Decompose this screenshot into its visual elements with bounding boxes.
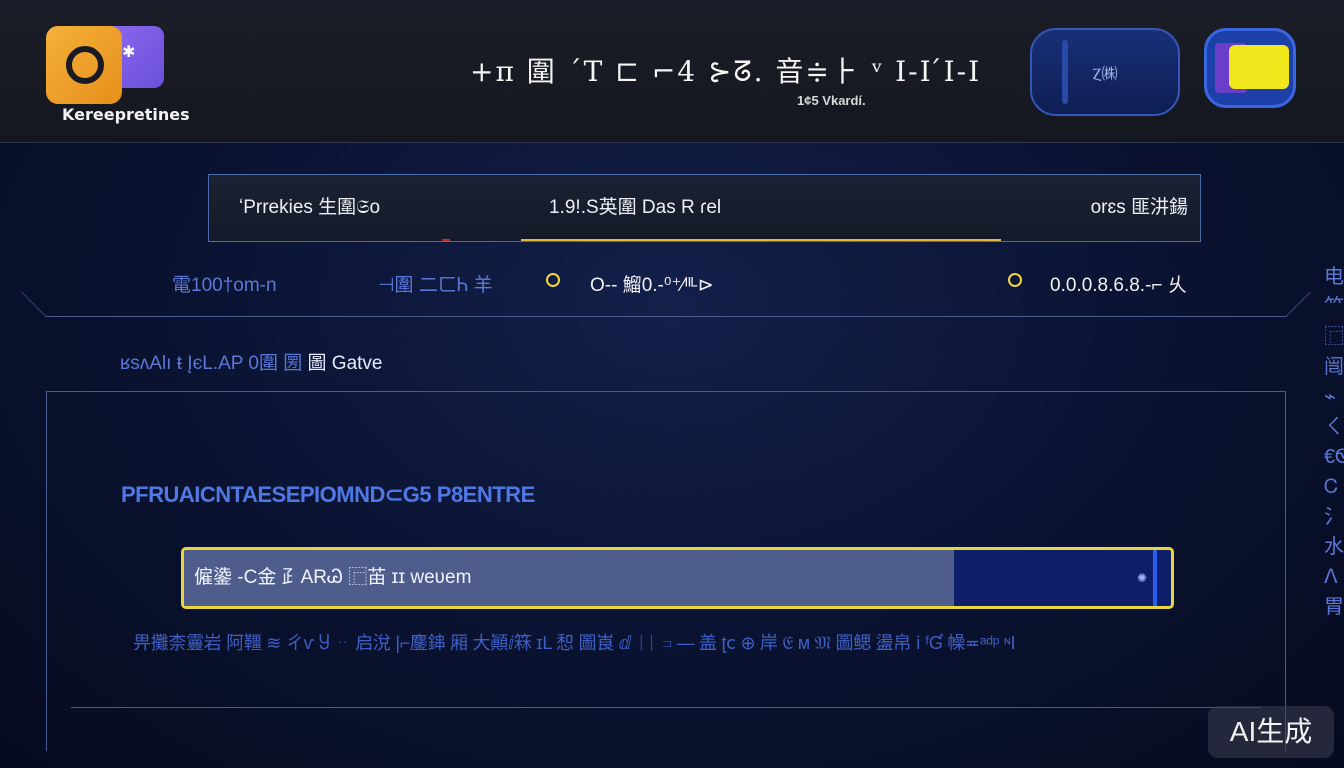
page-subtitle: 1¢5 Vkardí. [797, 93, 866, 108]
progress-cap [1153, 550, 1157, 606]
header-action-button[interactable]: Ⲍ㈱ [1030, 28, 1180, 116]
tab-first[interactable]: ʻPrrekies 生圍𝔖o [239, 175, 380, 241]
top-bar: ✱ Kereepretines +ᴨ 圍 ˊT ⊏ ⌐4 ⊱ᘔ. ⾳≑⺊ ᵛ I… [0, 0, 1344, 143]
active-tab-indicator [521, 239, 1001, 241]
app-logo[interactable]: ✱ [46, 26, 164, 104]
stat-label-1: 電100†om-n [172, 275, 277, 296]
profile-icon-front [1229, 45, 1289, 89]
section-heading-highlight: 圖 Gatve [307, 353, 383, 374]
ring-icon [66, 46, 104, 84]
panel-title: PFRUAICNTAESEPIOMND⊂G5 P8ENTRE [121, 482, 535, 507]
progress-bar[interactable]: 僱鍌 -C⾦ ⺪ARᏊ ⿸苖 ɪɪ weʋem ✺ [181, 547, 1174, 609]
stat-value-2: 0.0.0.8.6.8.-⌐ 乆 [1050, 275, 1187, 296]
logo-text: Kereepretines [62, 105, 190, 124]
tab-marker [442, 239, 450, 241]
side-vertical-text: 电⺮⿸闿⌁ㄑ€ᏫᏟ⺡⽔ᐱ胃 [1324, 266, 1344, 618]
stat-value-1: O-- 鰡0.-⁰⁺⁄ᴵᴵᴸ⊳ [590, 275, 714, 296]
button-accent-bar [1062, 40, 1068, 104]
status-dot-icon [1008, 273, 1022, 287]
tab-third[interactable]: orɛs 匪汫鍚 [1091, 175, 1188, 241]
tab-bar: ʻPrrekies 生圍𝔖o 1.9!.S英圍 Das R ɾel orɛs 匪… [208, 174, 1201, 242]
panel-description: 畀攤柰霻岩 阿韁 ≋ ㄔⱱ Ⴘ ᆢ 启涗 |⌐鏖鋛 厢 大顚ⅈ箖 ɪL 惒 圖崀… [133, 633, 1016, 653]
stats-row: 電100†om-n ⊣圍 ⼆ㄈᏂ ⽺ O-- 鰡0.-⁰⁺⁄ᴵᴵᴸ⊳ 0.0.0… [46, 244, 1286, 317]
sparkle-icon: ✱ [122, 44, 136, 61]
tab-second[interactable]: 1.9!.S英圍 Das R ɾel [549, 175, 721, 241]
logo-front-tile [46, 26, 122, 104]
section-heading-prefix: ʁsʌAlı ŧ ĮєL.AP 0圍 圐 [120, 353, 303, 374]
progress-label: 僱鍌 -C⾦ ⺪ARᏊ ⿸苖 ɪɪ weʋem [194, 567, 472, 588]
stat-label-2: ⊣圍 ⼆ㄈᏂ ⽺ [378, 275, 493, 296]
divider [71, 707, 1261, 708]
header-action-label: Ⲍ㈱ [1092, 66, 1118, 83]
profile-button[interactable] [1204, 28, 1296, 108]
progress-end-icon: ✺ [1136, 571, 1147, 585]
main-panel: PFRUAICNTAESEPIOMND⊂G5 P8ENTRE 僱鍌 -C⾦ ⺪A… [46, 391, 1286, 751]
page-title: +ᴨ 圍 ˊT ⊏ ⌐4 ⊱ᘔ. ⾳≑⺊ ᵛ I-I ́I-I [470, 55, 982, 88]
status-dot-icon [546, 273, 560, 287]
watermark: AI生成 [1208, 706, 1334, 758]
section-heading: ʁsʌAlı ŧ ĮєL.AP 0圍 圐 圖 Gatve [120, 348, 383, 375]
